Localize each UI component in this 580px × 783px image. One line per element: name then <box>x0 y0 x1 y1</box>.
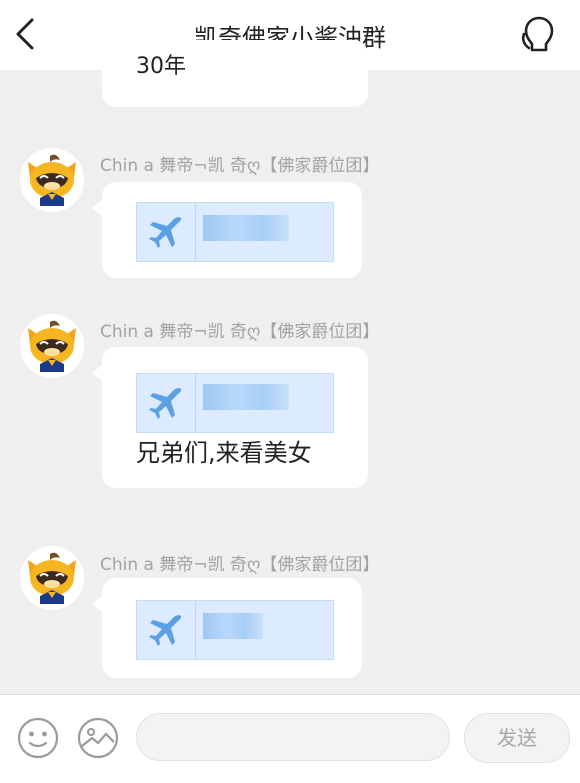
back-arrow-icon[interactable] <box>12 17 38 51</box>
message-bubble[interactable] <box>92 182 362 278</box>
send-button[interactable]: 发送 <box>464 713 570 763</box>
bubble-tail <box>92 365 102 381</box>
bubble-tail <box>92 596 102 612</box>
link-card[interactable] <box>136 202 334 262</box>
card-divider <box>195 203 196 261</box>
message-bubble-partial[interactable]: 30年 <box>102 40 368 107</box>
card-divider <box>195 374 196 432</box>
sender-name[interactable]: Chin a 舞帝¬凯 奇ღ【佛家爵位团】 <box>100 550 379 575</box>
airplane-icon <box>149 388 182 419</box>
link-card[interactable] <box>136 373 334 433</box>
sender-name[interactable]: Chin a 舞帝¬凯 奇ღ【佛家爵位团】 <box>100 151 379 176</box>
sender-name[interactable]: Chin a 舞帝¬凯 奇ღ【佛家爵位团】 <box>100 317 379 342</box>
blurred-preview <box>203 613 263 639</box>
message-text: 30年 <box>136 54 186 79</box>
bubble-tail <box>92 200 102 216</box>
message-bubble[interactable]: 兄弟们,来看美女 <box>92 347 368 488</box>
image-icon[interactable] <box>76 716 120 760</box>
card-divider <box>195 601 196 659</box>
input-bar: 发送 <box>0 694 580 783</box>
airplane-icon <box>149 217 182 248</box>
avatar[interactable] <box>20 148 84 212</box>
airplane-icon <box>149 615 182 646</box>
group-members-icon[interactable] <box>520 14 558 54</box>
avatar[interactable] <box>20 314 84 378</box>
message-text: 兄弟们,来看美女 <box>136 439 312 467</box>
link-card[interactable] <box>136 600 334 660</box>
message-bubble[interactable] <box>92 578 362 678</box>
message-input[interactable] <box>136 713 450 761</box>
blurred-preview <box>203 215 289 241</box>
avatar[interactable] <box>20 546 84 610</box>
blurred-preview <box>203 384 289 410</box>
emoji-icon[interactable] <box>16 716 60 760</box>
